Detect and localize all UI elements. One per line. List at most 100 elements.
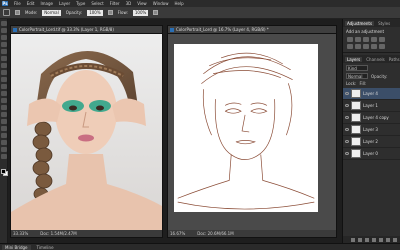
visibility-eye-icon[interactable] <box>345 140 349 143</box>
eyedropper-tool-icon[interactable] <box>1 56 7 61</box>
curves-icon[interactable] <box>363 37 369 42</box>
visibility-eye-icon[interactable] <box>345 104 349 107</box>
lock-label: Lock: <box>346 81 357 86</box>
hand-tool-icon[interactable] <box>1 147 7 152</box>
visibility-eye-icon[interactable] <box>345 128 349 131</box>
menu-file[interactable]: File <box>14 1 21 6</box>
visibility-eye-icon[interactable] <box>345 152 349 155</box>
tab-channels[interactable]: Channels <box>366 57 385 62</box>
tab-paths[interactable]: Paths <box>389 57 400 62</box>
document-canvas[interactable] <box>168 34 336 230</box>
menu-filter[interactable]: Filter <box>110 1 120 6</box>
layer-row[interactable]: Layer 3 <box>343 124 400 136</box>
layer-row[interactable]: Layer 1 <box>343 100 400 112</box>
brush-tool-icon[interactable] <box>1 70 7 75</box>
brush-preset-picker[interactable] <box>15 10 20 15</box>
new-adjustment-icon[interactable] <box>372 237 376 242</box>
black-white-icon[interactable] <box>363 44 369 49</box>
mode-select[interactable]: Normal <box>42 9 61 16</box>
add-mask-icon[interactable] <box>365 237 369 242</box>
zoom-readout[interactable]: 33.33% <box>13 231 28 236</box>
menu-bar: Ps File Edit Image Layer Type Select Fil… <box>0 0 400 7</box>
new-layer-icon[interactable] <box>386 237 390 242</box>
pressure-opacity-icon[interactable] <box>107 10 113 15</box>
blur-tool-icon[interactable] <box>1 105 7 110</box>
visibility-eye-icon[interactable] <box>345 116 349 119</box>
tab-timeline[interactable]: Timeline <box>37 245 54 250</box>
foreground-color-swatch[interactable] <box>1 169 6 174</box>
flow-label: Flow: <box>117 10 128 15</box>
history-brush-tool-icon[interactable] <box>1 84 7 89</box>
move-tool-icon[interactable] <box>1 21 7 26</box>
document-tab[interactable]: ColorPortrait_Lord.tif @ 33.3% (Layer 1,… <box>11 26 162 34</box>
photo-filter-icon[interactable] <box>371 44 377 49</box>
layer-name: Layer 2 <box>363 139 378 144</box>
layer-row[interactable]: Layer 4 <box>343 88 400 100</box>
sketch-canvas-area[interactable] <box>174 44 318 212</box>
zoom-readout[interactable]: 16.67% <box>170 231 185 236</box>
bottom-panel-bar: Mini Bridge Timeline <box>0 243 400 250</box>
document-title: ColorPortrait_Lord @ 16.7% (Layer 4, RGB… <box>176 27 269 32</box>
tab-styles[interactable]: Styles <box>378 21 390 26</box>
airbrush-icon[interactable] <box>153 10 159 15</box>
sketch-document[interactable]: ColorPortrait_Lord @ 16.7% (Layer 4, RGB… <box>167 25 337 238</box>
vibrance-icon[interactable] <box>379 37 385 42</box>
menu-3d[interactable]: 3D <box>126 1 132 6</box>
layer-filter-select[interactable]: Kind <box>346 65 368 71</box>
type-tool-icon[interactable] <box>1 126 7 131</box>
delete-layer-icon[interactable] <box>393 237 397 242</box>
eraser-tool-icon[interactable] <box>1 91 7 96</box>
link-layers-icon[interactable] <box>351 237 355 242</box>
exposure-icon[interactable] <box>371 37 377 42</box>
layer-name: Layer 1 <box>363 103 378 108</box>
lasso-tool-icon[interactable] <box>1 35 7 40</box>
menu-edit[interactable]: Edit <box>27 1 35 6</box>
quick-select-tool-icon[interactable] <box>1 42 7 47</box>
shape-tool-icon[interactable] <box>1 140 7 145</box>
divider <box>343 52 400 53</box>
path-select-tool-icon[interactable] <box>1 133 7 138</box>
menu-layer[interactable]: Layer <box>59 1 70 6</box>
opacity-field[interactable]: 100% <box>87 9 103 16</box>
layer-row[interactable]: Layer 2 <box>343 136 400 148</box>
layer-style-icon[interactable] <box>358 237 362 242</box>
reference-photo-document[interactable]: ColorPortrait_Lord.tif @ 33.3% (Layer 1,… <box>10 25 163 238</box>
gradient-tool-icon[interactable] <box>1 98 7 103</box>
marquee-tool-icon[interactable] <box>1 28 7 33</box>
dodge-tool-icon[interactable] <box>1 112 7 117</box>
levels-icon[interactable] <box>355 37 361 42</box>
menu-view[interactable]: View <box>137 1 147 6</box>
document-tab[interactable]: ColorPortrait_Lord @ 16.7% (Layer 4, RGB… <box>168 26 336 34</box>
blend-mode-select[interactable]: Normal <box>346 73 368 79</box>
layer-thumbnail <box>351 137 361 146</box>
tab-mini-bridge[interactable]: Mini Bridge <box>2 244 31 250</box>
layer-name: Layer 3 <box>363 127 378 132</box>
menu-image[interactable]: Image <box>40 1 53 6</box>
menu-help[interactable]: Help <box>174 1 183 6</box>
doc-size-readout: Doc: 20.6M/66.1M <box>197 231 234 236</box>
brush-tool-icon[interactable] <box>3 9 10 16</box>
visibility-eye-icon[interactable] <box>345 92 349 95</box>
menu-window[interactable]: Window <box>153 1 169 6</box>
flow-field[interactable]: 100% <box>132 9 149 16</box>
tab-layers[interactable]: Layers <box>345 56 363 62</box>
menu-select[interactable]: Select <box>91 1 103 6</box>
zoom-tool-icon[interactable] <box>1 154 7 159</box>
new-group-icon[interactable] <box>379 237 383 242</box>
document-canvas[interactable] <box>11 34 162 230</box>
pen-tool-icon[interactable] <box>1 119 7 124</box>
hue-saturation-icon[interactable] <box>347 44 353 49</box>
channel-mixer-icon[interactable] <box>379 44 385 49</box>
app-logo: Ps <box>2 1 8 6</box>
brightness-contrast-icon[interactable] <box>347 37 353 42</box>
menu-type[interactable]: Type <box>76 1 85 6</box>
adjustments-heading: Add an adjustment <box>346 29 385 34</box>
clone-stamp-tool-icon[interactable] <box>1 77 7 82</box>
layer-row[interactable]: Layer 4 copy <box>343 112 400 124</box>
crop-tool-icon[interactable] <box>1 49 7 54</box>
healing-tool-icon[interactable] <box>1 63 7 68</box>
color-balance-icon[interactable] <box>355 44 361 49</box>
tab-adjustments[interactable]: Adjustments <box>345 20 375 26</box>
layer-row[interactable]: Layer 0 <box>343 148 400 160</box>
layer-thumbnail <box>351 113 361 122</box>
